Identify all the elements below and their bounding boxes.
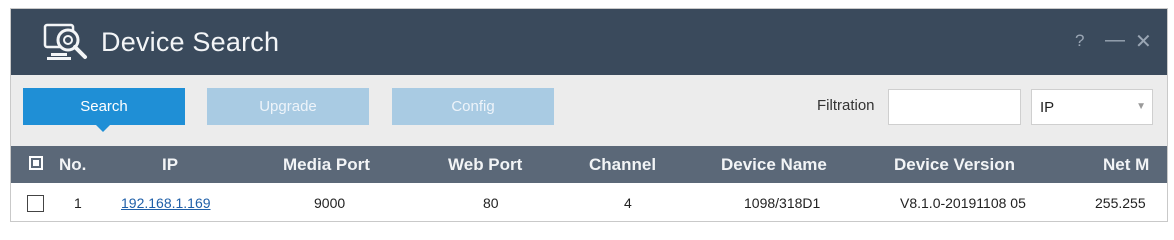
device-search-window: Device Search ? — ✕ Search Upgrade Confi… [10,8,1168,222]
window-title: Device Search [101,27,280,57]
config-button[interactable]: Config [392,88,554,125]
column-header-web-port[interactable]: Web Port [448,155,522,175]
search-button[interactable]: Search [23,88,185,132]
table-row[interactable]: 1 192.168.1.169 9000 80 4 1098/318D1 V8.… [11,183,1167,221]
close-icon[interactable]: ✕ [1135,29,1152,54]
column-header-no[interactable]: No. [59,155,86,175]
cell-device-name: 1098/318D1 [744,195,821,211]
title-bar: Device Search ? — ✕ [11,9,1167,75]
column-header-device-name[interactable]: Device Name [721,155,827,175]
cell-media-port: 9000 [314,195,346,211]
filtration-label: Filtration [817,97,875,114]
column-header-channel[interactable]: Channel [589,155,656,175]
select-all-checkbox[interactable] [29,156,43,170]
cell-no: 1 [74,195,82,211]
filtration-input[interactable] [888,89,1021,125]
cell-channel: 4 [624,195,632,211]
cell-ip-link[interactable]: 192.168.1.169 [121,195,211,211]
cell-web-port: 80 [483,195,499,211]
device-search-icon [43,23,87,60]
filter-type-select[interactable]: IP ▼ [1031,89,1153,125]
cell-net-mask: 255.255 [1095,195,1146,211]
row-checkbox[interactable] [27,195,44,212]
toolbar: Search Upgrade Config Filtration IP ▼ [11,75,1167,146]
upgrade-button[interactable]: Upgrade [207,88,369,125]
column-header-ip[interactable]: IP [162,155,178,175]
column-header-media-port[interactable]: Media Port [283,155,370,175]
chevron-down-icon[interactable]: ▼ [1136,101,1146,112]
column-header-net-mask[interactable]: Net M [1103,155,1149,175]
column-header-device-version[interactable]: Device Version [894,155,1015,175]
cell-device-version: V8.1.0-20191108 05 [900,195,1026,211]
filter-type-value: IP [1040,99,1055,116]
minimize-icon[interactable]: — [1105,29,1125,52]
table-header: No. IP Media Port Web Port Channel Devic… [11,146,1167,183]
help-icon[interactable]: ? [1075,31,1084,51]
